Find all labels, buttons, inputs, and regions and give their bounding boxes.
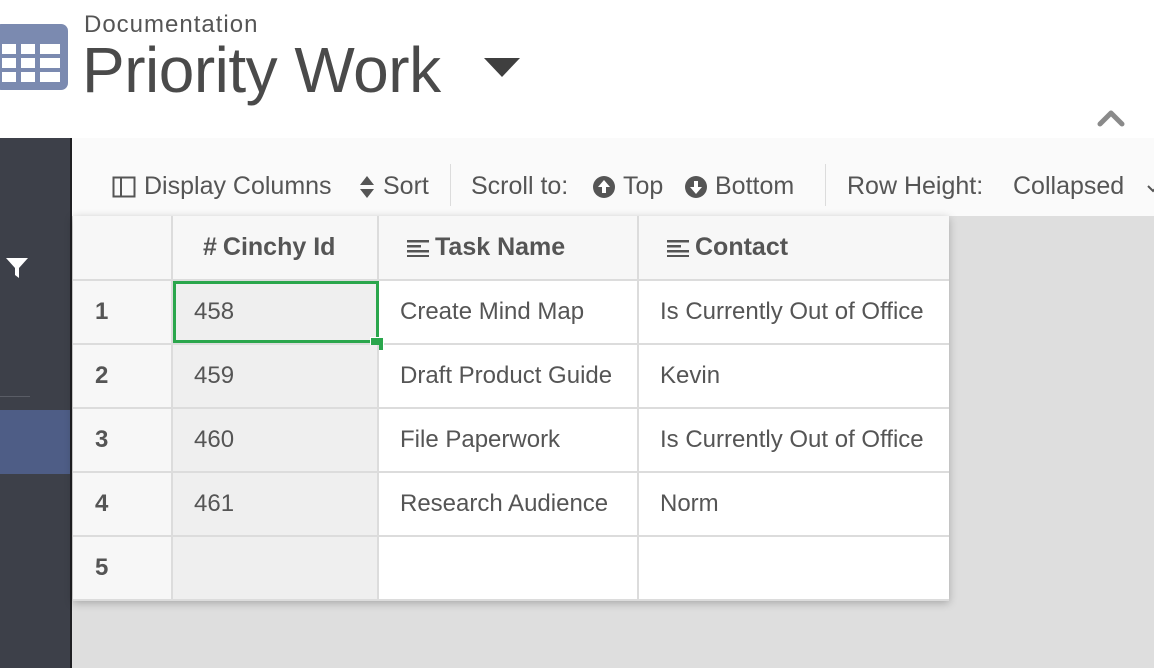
row-number[interactable]: 2 xyxy=(73,345,173,407)
table-row: 5 xyxy=(73,537,949,601)
task-name-cell[interactable]: Draft Product Guide xyxy=(379,345,639,407)
text-lines-icon xyxy=(407,239,429,257)
filter-icon[interactable] xyxy=(5,256,29,280)
table-grid-icon xyxy=(0,24,68,90)
task-name-cell[interactable]: File Paperwork xyxy=(379,409,639,471)
row-number[interactable]: 5 xyxy=(73,537,173,599)
sort-icon xyxy=(360,175,374,198)
display-columns-label: Display Columns xyxy=(144,172,332,200)
page-header: Documentation Priority Work xyxy=(0,0,1154,138)
text-lines-icon xyxy=(667,239,689,257)
column-header-label: Contact xyxy=(695,233,789,261)
scroll-bottom-label: Bottom xyxy=(715,172,795,200)
cinchy-id-cell[interactable] xyxy=(173,537,379,599)
scroll-bottom-button[interactable]: Bottom xyxy=(685,172,794,201)
column-header-contact[interactable]: Contact xyxy=(639,216,949,279)
scroll-to-label: Scroll to: xyxy=(471,172,568,201)
contact-cell[interactable] xyxy=(639,537,949,599)
column-header-label: Task Name xyxy=(435,233,566,261)
grid-toolbar: Display Columns Sort Scroll to: Top Bott… xyxy=(72,138,1154,216)
table-row: 3 460 File Paperwork Is Currently Out of… xyxy=(73,409,949,473)
task-name-cell[interactable] xyxy=(379,537,639,599)
row-height-value: Collapsed xyxy=(1013,172,1125,200)
contact-cell[interactable]: Norm xyxy=(639,473,949,535)
table-row: 1 458 Create Mind Map Is Currently Out o… xyxy=(73,281,949,351)
column-header-cinchy-id[interactable]: # Cinchy Id xyxy=(173,216,379,279)
row-number[interactable]: 1 xyxy=(73,281,173,343)
hash-icon: # xyxy=(203,233,217,261)
task-name-cell[interactable]: Create Mind Map xyxy=(379,281,639,343)
sort-button[interactable]: Sort xyxy=(359,172,429,201)
column-header-label: Cinchy Id xyxy=(222,233,336,261)
scroll-to-text: Scroll to: xyxy=(471,172,569,200)
cinchy-id-cell[interactable]: 458 xyxy=(173,281,384,351)
row-number[interactable]: 3 xyxy=(73,409,173,471)
arrow-circle-down-icon xyxy=(685,175,707,198)
page-title[interactable]: Priority Work xyxy=(82,33,441,107)
columns-icon xyxy=(112,176,136,197)
cinchy-id-cell[interactable]: 459 xyxy=(173,345,379,407)
display-columns-button[interactable]: Display Columns xyxy=(112,172,332,201)
cinchy-id-cell[interactable]: 460 xyxy=(173,409,379,471)
chevron-down-icon xyxy=(1146,172,1154,201)
sidebar-divider xyxy=(0,396,30,397)
toolbar-separator xyxy=(450,164,451,206)
task-name-cell[interactable]: Research Audience xyxy=(379,473,639,535)
toolbar-separator xyxy=(825,164,826,206)
caret-down-icon[interactable] xyxy=(484,58,520,77)
contact-cell[interactable]: Is Currently Out of Office xyxy=(639,409,949,471)
data-grid: # Cinchy Id Task Name Contact 1 458 Crea… xyxy=(73,216,949,601)
row-height-label: Row Height: xyxy=(847,172,983,201)
row-height-select[interactable]: Collapsed xyxy=(1013,172,1154,201)
column-header-task-name[interactable]: Task Name xyxy=(379,216,639,279)
row-number[interactable]: 4 xyxy=(73,473,173,535)
sort-label: Sort xyxy=(383,172,429,200)
left-sidebar xyxy=(0,138,72,668)
sidebar-active-item[interactable] xyxy=(0,410,70,474)
table-header-row: # Cinchy Id Task Name Contact xyxy=(73,216,949,281)
row-number-header xyxy=(73,216,173,279)
chevron-up-icon[interactable] xyxy=(1097,109,1125,127)
contact-cell[interactable]: Is Currently Out of Office xyxy=(639,281,949,343)
table-row: 4 461 Research Audience Norm xyxy=(73,473,949,537)
scroll-top-button[interactable]: Top xyxy=(593,172,663,201)
contact-cell[interactable]: Kevin xyxy=(639,345,949,407)
scroll-top-label: Top xyxy=(623,172,664,200)
table-row: 2 459 Draft Product Guide Kevin xyxy=(73,345,949,409)
arrow-circle-up-icon xyxy=(593,175,615,198)
cinchy-id-cell[interactable]: 461 xyxy=(173,473,379,535)
row-height-text: Row Height: xyxy=(847,172,984,200)
cell-value: 458 xyxy=(194,298,235,325)
